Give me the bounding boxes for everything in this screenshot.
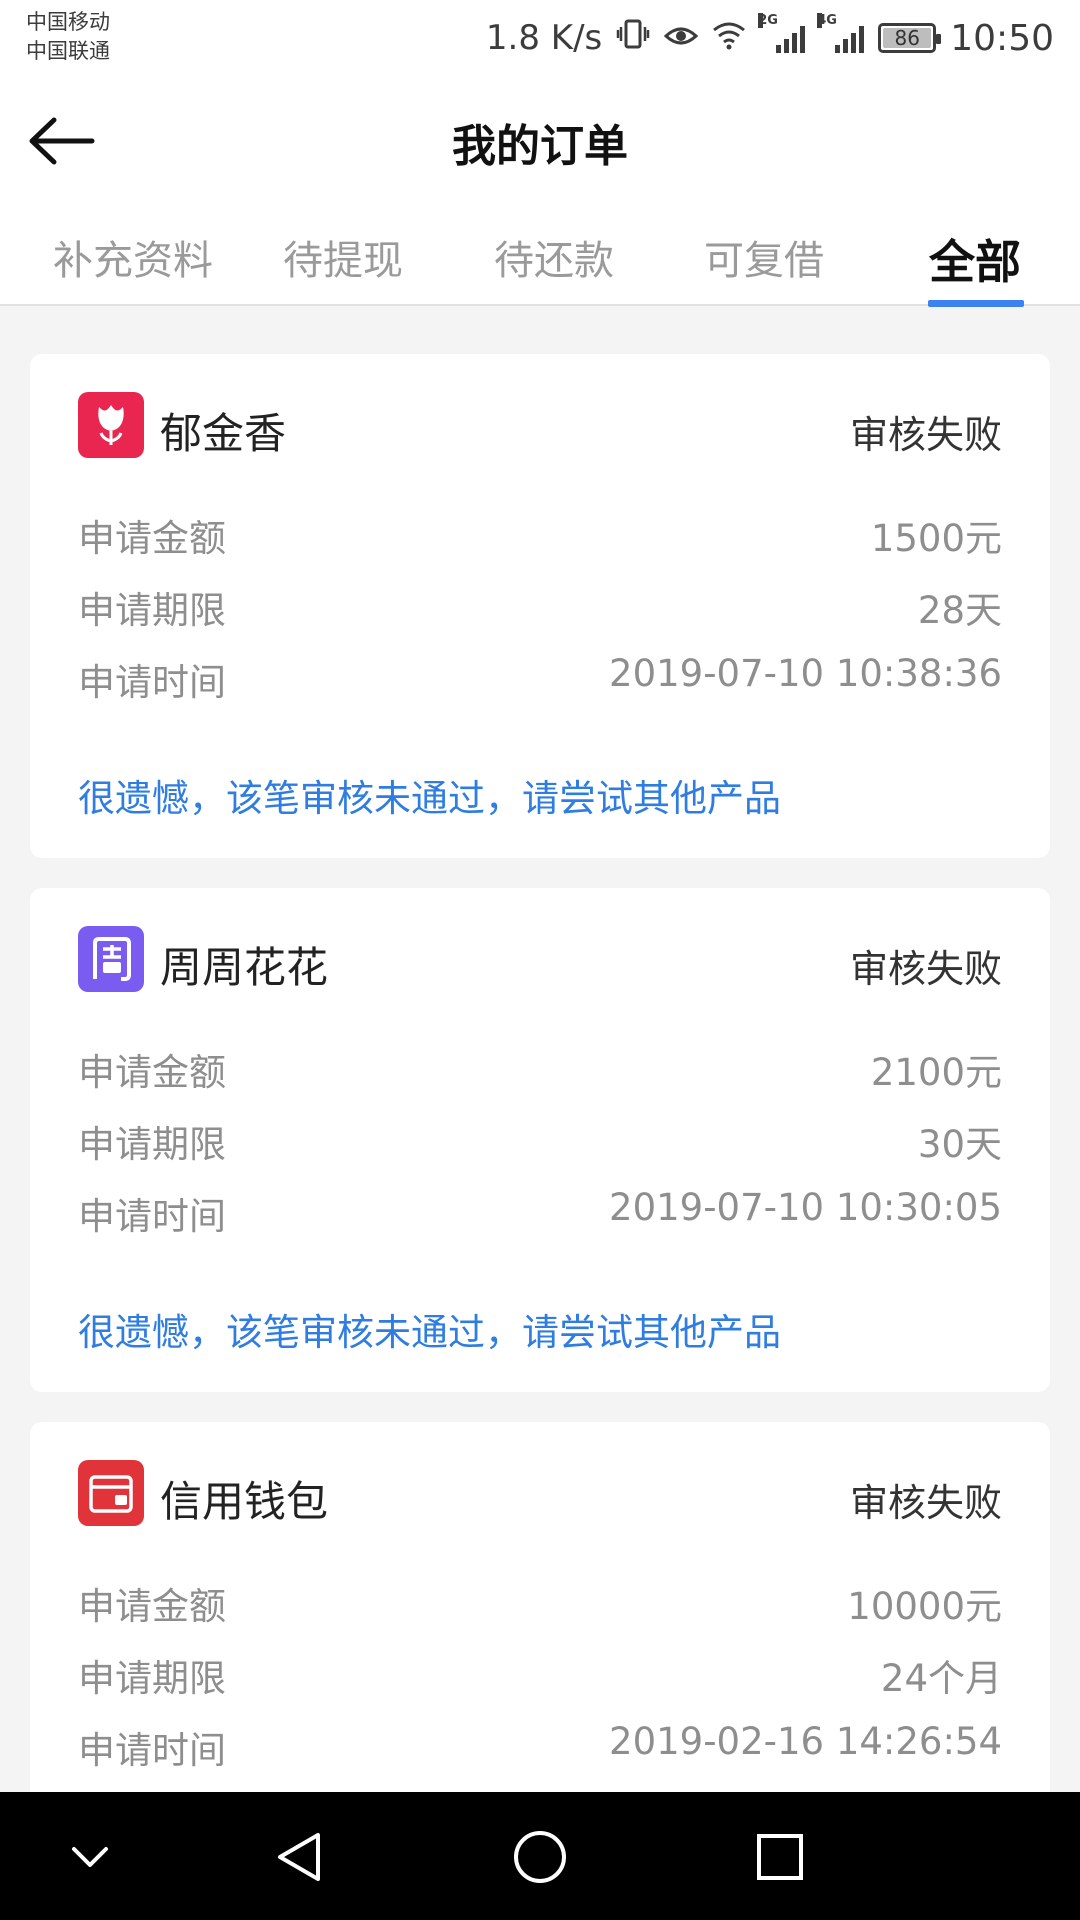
app-header: 我的订单 [0, 76, 1080, 206]
tab-supplement-info[interactable]: 补充资料 [53, 228, 213, 286]
zhou-icon [78, 926, 144, 992]
product-name: 信用钱包 [160, 1477, 329, 1526]
signal-4g-icon: 4G [817, 13, 865, 53]
product-name: 周周花花 [160, 943, 329, 992]
tab-all[interactable]: 全部 [929, 226, 1021, 292]
page-title: 我的订单 [452, 121, 628, 172]
carrier-info: 中国移动 中国联通 [26, 8, 110, 66]
term-label: 申请期限 [78, 589, 226, 632]
amount-label: 申请金额 [78, 517, 226, 560]
amount-value: 1500元 [870, 517, 1002, 560]
recents-square-icon[interactable] [740, 1822, 820, 1892]
status-badge: 审核失败 [849, 1481, 1002, 1525]
amount-label: 申请金额 [78, 1585, 226, 1628]
home-circle-icon[interactable] [500, 1822, 580, 1892]
term-label: 申请期限 [78, 1123, 226, 1166]
time-value: 2019-02-16 14:26:54 [609, 1720, 1002, 1763]
term-row: 申请期限 24个月 [78, 1648, 1002, 1700]
amount-value: 10000元 [847, 1585, 1002, 1628]
carrier-1: 中国移动 [26, 10, 110, 34]
tulip-icon [78, 392, 144, 458]
time-row: 申请时间 2019-07-10 10:30:05 [78, 1186, 1002, 1238]
signal-2g-icon: 2G [758, 13, 806, 53]
system-nav-bar [0, 1792, 1080, 1920]
status-badge: 审核失败 [849, 947, 1002, 991]
tab-pending-withdraw[interactable]: 待提现 [283, 228, 403, 286]
tab-reborrow[interactable]: 可复借 [704, 228, 824, 286]
time-label: 申请时间 [78, 1195, 226, 1238]
back-triangle-icon[interactable] [260, 1822, 340, 1892]
card-header: 郁金香 审核失败 [78, 392, 1002, 458]
time-label: 申请时间 [78, 661, 226, 704]
wifi-icon [712, 18, 746, 59]
time-value: 2019-07-10 10:38:36 [609, 652, 1002, 695]
card-header: 周周花花 审核失败 [78, 926, 1002, 992]
product-name: 郁金香 [160, 409, 287, 458]
amount-value: 2100元 [870, 1051, 1002, 1094]
time-row: 申请时间 2019-02-16 14:26:54 [78, 1720, 1002, 1772]
status-badge: 审核失败 [849, 413, 1002, 457]
network-speed: 1.8 K/s [485, 18, 603, 58]
amount-row: 申请金额 10000元 [78, 1576, 1002, 1628]
vibrate-icon [616, 17, 650, 60]
amount-label: 申请金额 [78, 1051, 226, 1094]
chevron-down-icon[interactable] [50, 1822, 130, 1892]
eye-icon [664, 18, 699, 59]
battery-level: 86 [894, 26, 920, 50]
time-value: 2019-07-10 10:30:05 [609, 1186, 1002, 1229]
order-card[interactable]: 信用钱包 审核失败 申请金额 10000元 申请期限 24个月 申请时间 201… [30, 1422, 1050, 1842]
battery-icon: 86 [878, 23, 942, 53]
rejection-note: 很遗憾，该笔审核未通过，请尝试其他产品 [78, 777, 781, 820]
wallet-icon [78, 1460, 144, 1526]
clock: 10:50 [950, 17, 1054, 59]
card-header: 信用钱包 审核失败 [78, 1460, 1002, 1526]
amount-row: 申请金额 2100元 [78, 1042, 1002, 1094]
time-label: 申请时间 [78, 1729, 226, 1772]
status-icons: 1.8 K/s 2G 4G 86 10:50 [485, 13, 1054, 62]
amount-row: 申请金额 1500元 [78, 508, 1002, 560]
tab-active-indicator [928, 300, 1024, 307]
term-value: 28天 [917, 589, 1002, 632]
carrier-2: 中国联通 [26, 39, 110, 63]
term-row: 申请期限 30天 [78, 1114, 1002, 1166]
tab-pending-repay[interactable]: 待还款 [494, 228, 614, 286]
rejection-note: 很遗憾，该笔审核未通过，请尝试其他产品 [78, 1311, 781, 1354]
order-tabs: 补充资料 待提现 待还款 可复借 全部 [0, 206, 1080, 307]
order-card[interactable]: 周周花花 审核失败 申请金额 2100元 申请期限 30天 申请时间 2019-… [30, 888, 1050, 1392]
time-row: 申请时间 2019-07-10 10:38:36 [78, 652, 1002, 704]
term-row: 申请期限 28天 [78, 580, 1002, 632]
order-card[interactable]: 郁金香 审核失败 申请金额 1500元 申请期限 28天 申请时间 2019-0… [30, 354, 1050, 858]
term-label: 申请期限 [78, 1657, 226, 1700]
status-bar: 中国移动 中国联通 1.8 K/s 2G 4G 86 10:50 [0, 0, 1080, 76]
term-value: 24个月 [880, 1657, 1002, 1700]
term-value: 30天 [917, 1123, 1002, 1166]
